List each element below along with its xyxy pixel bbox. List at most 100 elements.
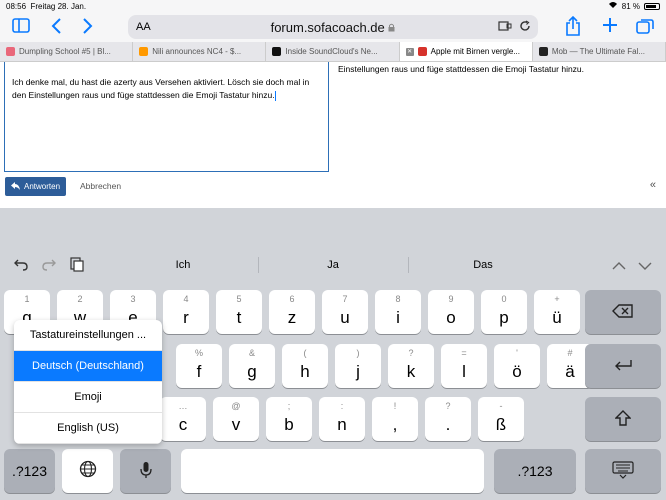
key-j[interactable]: ) j bbox=[335, 344, 381, 388]
paste-icon[interactable] bbox=[70, 257, 84, 275]
redo-icon[interactable] bbox=[42, 257, 56, 274]
key-t[interactable]: 5t bbox=[216, 290, 262, 334]
space-key[interactable] bbox=[181, 449, 484, 493]
key-alt-label: ' bbox=[516, 348, 518, 358]
prediction-bar: Ich Ja Das bbox=[0, 248, 666, 282]
text-cursor bbox=[274, 90, 276, 101]
key-label: k bbox=[406, 362, 416, 381]
key-label: ö bbox=[512, 362, 522, 381]
key-label bbox=[613, 358, 633, 374]
backspace-key[interactable] bbox=[585, 290, 661, 334]
key-period[interactable]: ?. bbox=[425, 397, 471, 441]
key-label: z bbox=[287, 308, 297, 327]
key-v[interactable]: @ v bbox=[213, 397, 259, 441]
cancel-button[interactable]: Abbrechen bbox=[80, 181, 121, 191]
collapse-toggle[interactable]: « bbox=[650, 179, 656, 191]
browser-tab[interactable]: Mob — The Ultimate Fal... bbox=[533, 42, 666, 61]
key-label: ß bbox=[495, 415, 507, 434]
battery-icon bbox=[644, 2, 660, 10]
key-label bbox=[612, 460, 634, 482]
dismiss-keyboard-key[interactable] bbox=[585, 449, 661, 493]
key-label: o bbox=[446, 308, 456, 327]
prediction-2[interactable]: Ja bbox=[258, 259, 408, 271]
key-p[interactable]: 0p bbox=[481, 290, 527, 334]
editor-text: Ich denke mal, du hast die azerty aus Ve… bbox=[12, 77, 310, 100]
key-ü[interactable]: + ü bbox=[534, 290, 580, 334]
browser-toolbar: AA forum.sofacoach.de bbox=[0, 12, 666, 42]
key-label: ü bbox=[552, 308, 562, 327]
language-menu-item[interactable]: Emoji bbox=[14, 382, 162, 413]
key-b[interactable]: ; b bbox=[266, 397, 312, 441]
chevron-up-icon[interactable] bbox=[612, 258, 626, 274]
key-n[interactable]: :n bbox=[319, 397, 365, 441]
key-z[interactable]: 6z bbox=[269, 290, 315, 334]
numbers-key[interactable]: .?123 bbox=[4, 449, 55, 493]
key-label: .?123 bbox=[517, 463, 553, 479]
back-icon[interactable] bbox=[50, 17, 62, 38]
browser-tab[interactable]: Inside SoundCloud's Ne... bbox=[266, 42, 400, 61]
reply-editor[interactable]: Ich denke mal, du hast die azerty aus Ve… bbox=[4, 62, 329, 172]
key-i[interactable]: 8i bbox=[375, 290, 421, 334]
key-label: p bbox=[499, 308, 509, 327]
key-u[interactable]: 7u bbox=[322, 290, 368, 334]
key-label: ä bbox=[565, 362, 575, 381]
key-h[interactable]: (h bbox=[282, 344, 328, 388]
close-tab-icon[interactable]: ✕ bbox=[405, 47, 414, 56]
prediction-3[interactable]: Das bbox=[408, 259, 558, 271]
numbers-key-right[interactable]: .?123 bbox=[494, 449, 576, 493]
language-menu-item[interactable]: Deutsch (Deutschland) bbox=[14, 351, 162, 382]
key-alt-label: : bbox=[340, 401, 344, 411]
key-c[interactable]: … c bbox=[160, 397, 206, 441]
tab-favicon-icon bbox=[538, 47, 548, 56]
key-label: t bbox=[236, 308, 242, 327]
new-tab-icon[interactable] bbox=[602, 17, 618, 36]
status-time: 08:56 bbox=[6, 1, 27, 11]
tab-favicon-icon bbox=[6, 47, 15, 56]
key-alt-label: 0 bbox=[501, 294, 507, 304]
chevron-down-icon[interactable] bbox=[638, 258, 652, 274]
key-alt-label: ? bbox=[408, 348, 414, 358]
browser-tab[interactable]: Dumpling School #5 | Bl... bbox=[0, 42, 134, 61]
forward-icon[interactable] bbox=[82, 17, 94, 38]
tabs-overview-icon[interactable] bbox=[636, 18, 654, 37]
key-label: v bbox=[231, 415, 241, 434]
undo-icon[interactable] bbox=[14, 257, 28, 274]
url-bar[interactable]: AA forum.sofacoach.de bbox=[128, 15, 538, 39]
translate-icon[interactable] bbox=[498, 20, 512, 35]
key-ß[interactable]: -ß bbox=[478, 397, 524, 441]
globe-key[interactable] bbox=[62, 449, 113, 493]
key-o[interactable]: 9o bbox=[428, 290, 474, 334]
key-label: j bbox=[356, 362, 360, 381]
language-menu-item[interactable]: Tastatureinstellungen ... bbox=[14, 320, 162, 351]
status-bar: 08:56 Freitag 28. Jan. 81 % bbox=[0, 0, 666, 12]
language-menu-item[interactable]: English (US) bbox=[14, 413, 162, 444]
shift-key[interactable] bbox=[585, 397, 661, 441]
share-icon[interactable] bbox=[566, 15, 580, 39]
key-k[interactable]: ? k bbox=[388, 344, 434, 388]
return-key[interactable] bbox=[585, 344, 661, 388]
key-alt-label: = bbox=[461, 348, 467, 358]
tab-favicon-icon bbox=[139, 47, 149, 56]
sidebar-icon[interactable] bbox=[12, 18, 30, 36]
key-label: n bbox=[337, 415, 347, 434]
reply-button[interactable]: Antworten bbox=[5, 177, 67, 196]
key-alt-label: & bbox=[248, 348, 255, 358]
browser-tab[interactable]: ✕ Apple mit Birnen vergle... bbox=[399, 42, 533, 61]
key-label: , bbox=[392, 415, 398, 434]
status-date: Freitag 28. Jan. bbox=[30, 1, 87, 11]
key-f[interactable]: % f bbox=[176, 344, 222, 388]
key-r[interactable]: 4r bbox=[163, 290, 209, 334]
key-g[interactable]: & g bbox=[229, 344, 275, 388]
browser-tab[interactable]: Nili announces NC4 - $... bbox=[133, 42, 267, 61]
reply-preview: Einstellungen raus und füge stattdessen … bbox=[338, 64, 585, 74]
reload-icon[interactable] bbox=[519, 20, 531, 35]
key-label: f bbox=[196, 362, 202, 381]
key-label: . bbox=[445, 415, 451, 434]
key-alt-label: ; bbox=[287, 401, 291, 411]
tab-title: Mob — The Ultimate Fal... bbox=[551, 47, 646, 56]
key-comma[interactable]: !, bbox=[372, 397, 418, 441]
key-l[interactable]: = l bbox=[441, 344, 487, 388]
key-ö[interactable]: ' ö bbox=[494, 344, 540, 388]
prediction-1[interactable]: Ich bbox=[108, 259, 258, 271]
dictation-key[interactable] bbox=[120, 449, 171, 493]
